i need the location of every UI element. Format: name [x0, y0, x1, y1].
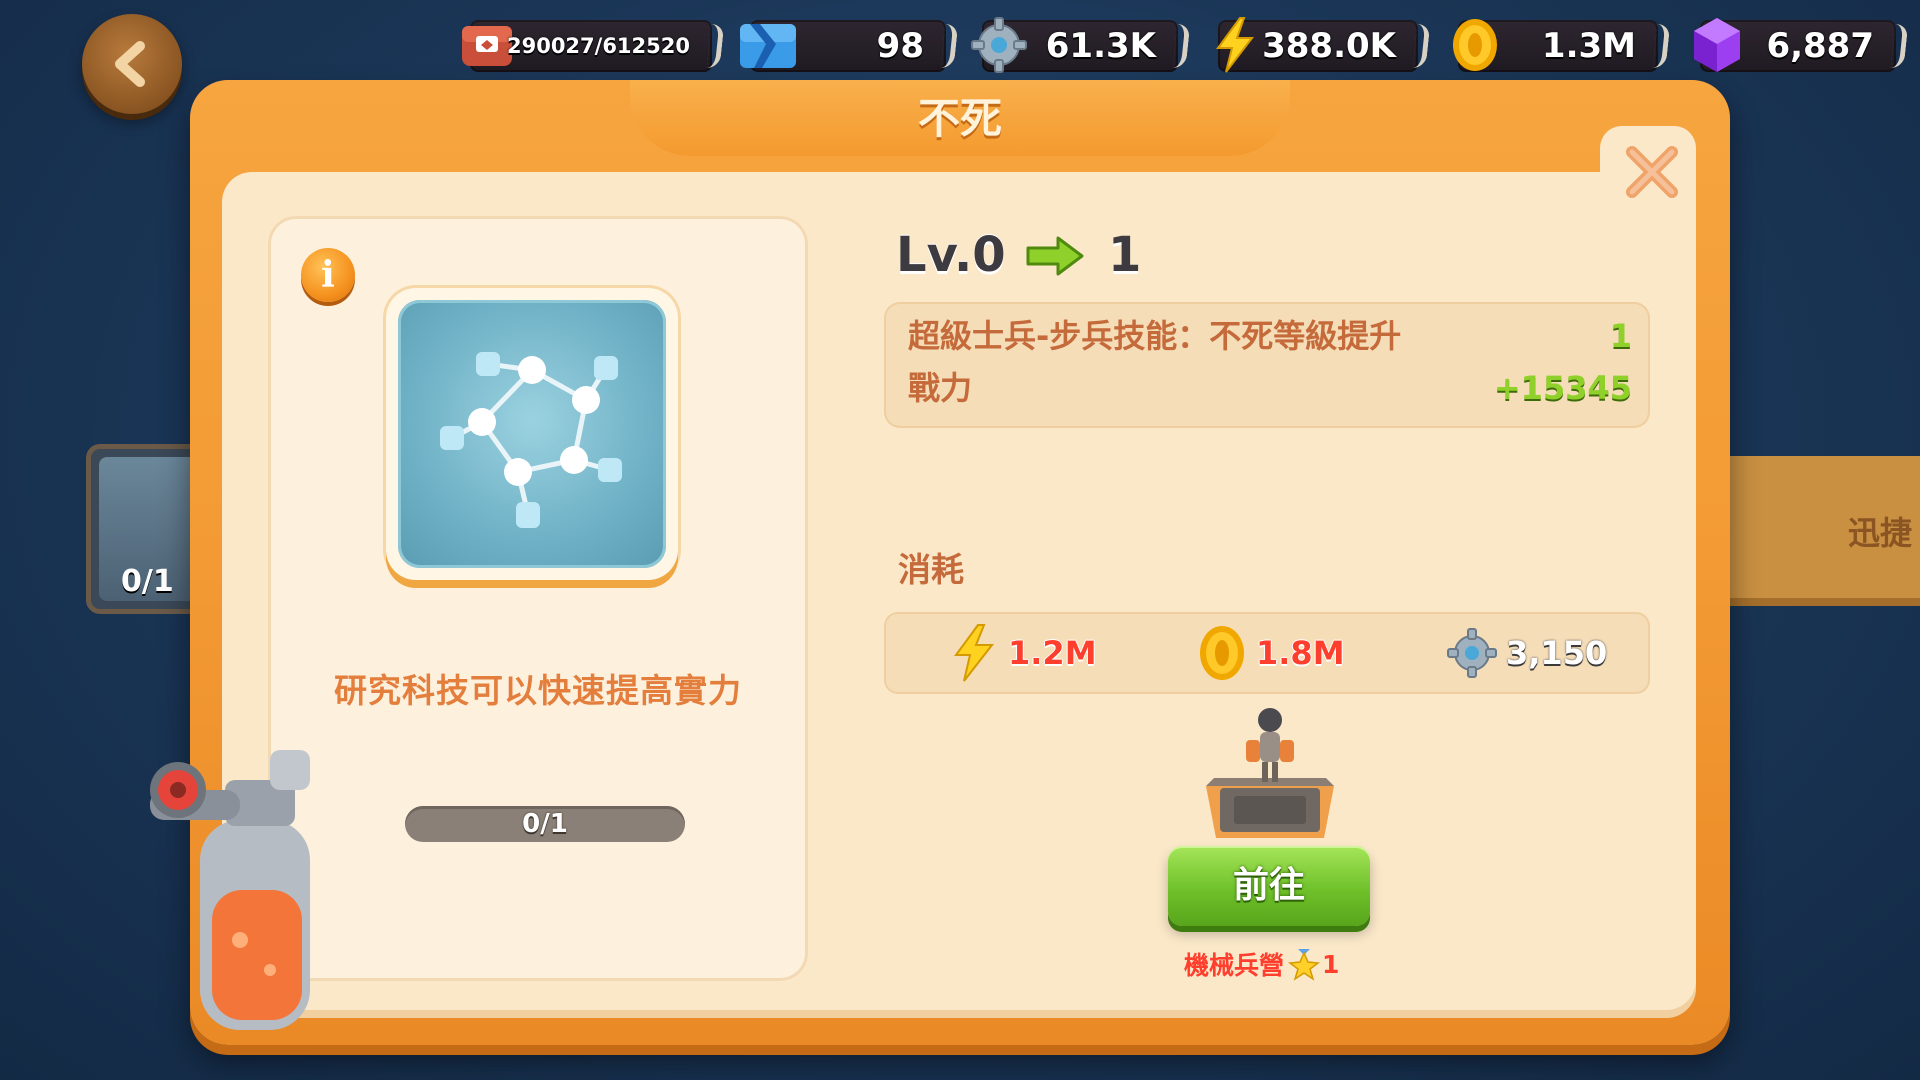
blue-energy-icon	[740, 24, 796, 68]
gear-icon	[1447, 628, 1497, 678]
power-value: 388.0K	[1262, 26, 1396, 66]
gear-icon	[971, 17, 1027, 73]
next-level: 1	[1108, 227, 1142, 283]
gold-coin-icon	[1200, 626, 1244, 680]
chevron-left-icon	[115, 41, 145, 87]
cost-item-gears: 3,150	[1446, 618, 1607, 688]
resource-power[interactable]: 388.0K	[1216, 17, 1418, 73]
requirement-row: 機械兵營 1	[1184, 944, 1339, 984]
background-card-count: 0/1	[121, 564, 174, 599]
lightning-icon	[1216, 17, 1255, 73]
gems-value: 6,887	[1766, 26, 1874, 66]
resource-gears[interactable]: 61.3K	[971, 17, 1178, 73]
research-progress-text: 0/1	[522, 809, 568, 839]
info-button[interactable]: i	[301, 248, 355, 302]
energy-value: 98	[876, 26, 924, 66]
effect-name: 超級士兵-步兵技能：不死等級提升	[908, 317, 1402, 355]
molecule-ring-icon	[440, 352, 622, 528]
cost-gold-value: 1.8M	[1256, 634, 1345, 672]
gears-value: 61.3K	[1045, 26, 1156, 66]
storage-value: 290027/612520	[506, 34, 690, 58]
gold-coin-icon	[1453, 19, 1497, 71]
resource-storage[interactable]: 290027/612520	[462, 20, 712, 72]
requirement-building: 機械兵營	[1184, 951, 1285, 980]
resource-energy[interactable]: 98	[740, 20, 946, 72]
resource-gold[interactable]: 1.3M	[1453, 19, 1658, 72]
rank-star-icon	[1288, 949, 1321, 981]
background-card-label: 迅捷	[1847, 514, 1912, 552]
gold-value: 1.3M	[1541, 26, 1636, 66]
cost-power-value: 1.2M	[1008, 634, 1097, 672]
extinguisher-decoration	[150, 750, 310, 1030]
close-icon[interactable]	[1620, 140, 1684, 204]
cost-item-power: 1.2M	[948, 618, 1097, 688]
cost-label: 消耗	[898, 550, 964, 589]
mech-barracks-image	[1206, 708, 1334, 838]
purple-gem-icon	[1694, 18, 1740, 72]
power-label: 戰力	[908, 369, 973, 407]
power-bonus-value: +15345	[1493, 369, 1632, 407]
skill-image	[398, 300, 666, 568]
dialog-title: 不死	[917, 94, 1002, 143]
skill-description: 研究科技可以快速提高實力	[334, 671, 742, 710]
cost-gears-value: 3,150	[1506, 634, 1608, 672]
arrow-right-icon	[1026, 236, 1084, 276]
background-skill-card-right: 迅捷	[1720, 456, 1920, 606]
back-button[interactable]	[82, 14, 182, 114]
cost-item-gold: 1.8M	[1196, 618, 1345, 688]
effect-value: 1	[1609, 317, 1632, 355]
requirement-level: 1	[1322, 949, 1340, 979]
resource-gems[interactable]: 6,887	[1694, 18, 1896, 72]
goto-button[interactable]: 前往	[1168, 846, 1370, 926]
lightning-icon	[954, 624, 995, 682]
current-level: Lv.0	[896, 227, 1006, 283]
